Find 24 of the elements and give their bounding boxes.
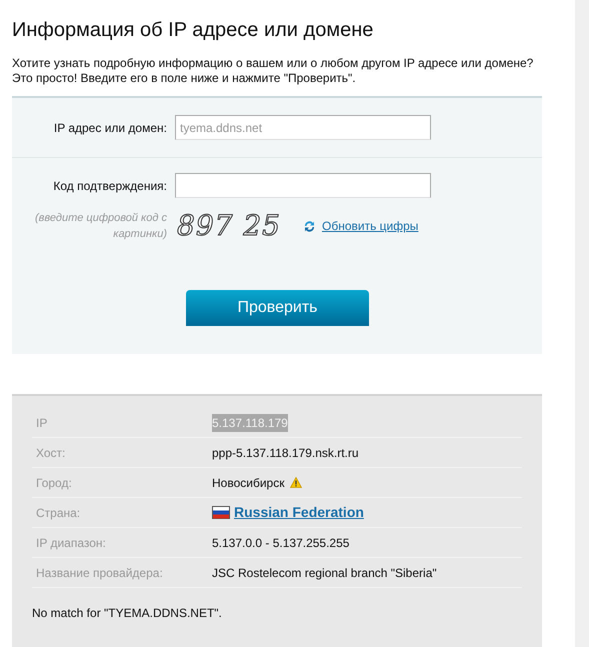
country-link[interactable]: Russian Federation: [234, 502, 364, 523]
row-label: Город:: [35, 474, 73, 492]
refresh-link[interactable]: Обновить цифры: [322, 217, 418, 235]
code-label: Код подтверждения:: [52, 178, 167, 194]
submit-button[interactable]: Проверить: [186, 290, 369, 326]
row-label: IP: [35, 414, 48, 432]
selected-text: 5.137.118.179: [212, 414, 288, 432]
intro-text: Хотите узнать подробную информацию о вашем или о любом другом IP адресе или домене? Это просто! Введите его в поле ниже и нажмите "Проверить".: [12, 56, 534, 86]
domain-input[interactable]: tyema.ddns.net: [175, 115, 431, 140]
code-hint: (введите цифровой код с картинки): [34, 211, 167, 242]
row-value: Новосибирск: [212, 474, 284, 492]
page-title: Информация об IP адресе или домене: [12, 18, 374, 43]
captcha-image: 897 25: [177, 208, 281, 244]
row-value: JSC Rostelecom regional branch "Siberia": [212, 564, 437, 582]
row-label: Страна:: [35, 504, 82, 522]
row-value: ppp-5.137.118.179.nsk.rt.ru: [212, 444, 359, 462]
result-message: No match for "TYEMA.DDNS.NET".: [32, 605, 223, 622]
code-input[interactable]: [175, 173, 431, 198]
row-label: IP диапазон:: [35, 534, 107, 552]
row-value: 5.137.0.0 - 5.137.255.255: [212, 534, 350, 552]
domain-label: IP адрес или домен:: [52, 120, 167, 136]
refresh-icon: [302, 220, 316, 232]
row-label: Хост:: [35, 444, 66, 462]
row-label: Название провайдера:: [35, 564, 164, 582]
